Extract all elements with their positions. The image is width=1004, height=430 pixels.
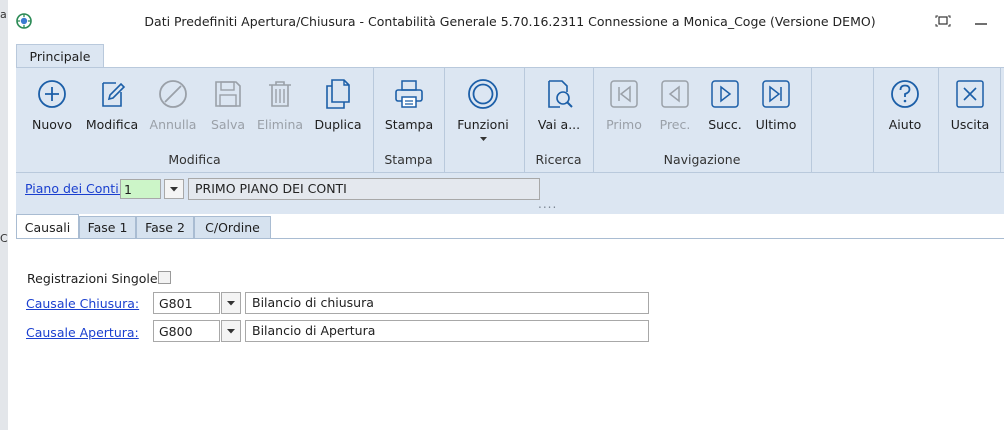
app-window: Dati Predefiniti Apertura/Chiusura - Con… — [8, 0, 1004, 430]
chevron-down-icon — [170, 186, 178, 191]
chevron-down-icon — [227, 300, 235, 305]
last-record-icon — [762, 80, 790, 108]
edit-pencil-icon — [102, 82, 126, 107]
trash-icon — [269, 81, 291, 107]
stampa-button[interactable]: Stampa — [379, 74, 439, 142]
exit-icon — [956, 80, 984, 108]
group-label-navigazione: Navigazione — [663, 152, 741, 167]
piano-conti-dropdown-button[interactable] — [164, 179, 184, 199]
title-bar: Dati Predefiniti Apertura/Chiusura - Con… — [8, 0, 1004, 44]
group-label-ricerca: Ricerca — [535, 152, 582, 167]
tab-fase-2[interactable]: Fase 2 — [136, 216, 194, 239]
piano-conti-code: 1 — [124, 182, 132, 197]
chevron-down-icon — [227, 328, 235, 333]
floppy-disk-icon — [215, 81, 241, 107]
tab-fase-1[interactable]: Fase 1 — [79, 216, 136, 239]
causale-chiusura-dropdown-button[interactable] — [221, 292, 241, 314]
aiuto-button[interactable]: Aiuto — [875, 74, 935, 142]
first-record-icon — [610, 80, 638, 108]
ribbon-separator — [1000, 68, 1001, 172]
elimina-button[interactable]: Elimina — [250, 74, 310, 142]
search-document-icon — [548, 80, 573, 108]
plus-circle-icon — [38, 80, 66, 108]
causale-chiusura-code-field[interactable]: G801 — [153, 292, 220, 314]
registrazioni-singole-checkbox[interactable] — [158, 271, 171, 284]
piano-conti-link[interactable]: Piano dei Conti: — [25, 181, 123, 196]
help-icon — [891, 80, 919, 108]
group-label-stampa: Stampa — [384, 152, 433, 167]
group-label-modifica: Modifica — [168, 152, 221, 167]
uscita-button[interactable]: Uscita — [940, 74, 1000, 142]
duplica-label: Duplica — [314, 117, 362, 132]
chevron-down-icon — [480, 137, 487, 141]
aiuto-label: Aiuto — [888, 117, 922, 132]
tab-c-ordine[interactable]: C/Ordine — [194, 216, 271, 239]
piano-conti-description: PRIMO PIANO DEI CONTI — [188, 178, 540, 200]
funzioni-label: Funzioni — [457, 117, 509, 132]
tab-divider — [16, 238, 1004, 239]
funzioni-dropdown-button[interactable]: Funzioni — [453, 74, 513, 142]
causale-chiusura-description: Bilancio di chiusura — [245, 292, 649, 314]
printer-icon — [395, 80, 423, 108]
nuovo-button[interactable]: Nuovo — [22, 74, 82, 142]
causale-chiusura-link[interactable]: Causale Chiusura: — [26, 296, 139, 311]
cancel-circle-icon — [159, 80, 187, 108]
causale-apertura-dropdown-button[interactable] — [221, 320, 241, 342]
resize-grip[interactable]: .... — [538, 197, 557, 211]
window-title: Dati Predefiniti Apertura/Chiusura - Con… — [144, 14, 876, 29]
vai-a-button[interactable]: Vai a... — [529, 74, 589, 142]
causale-apertura-code: G800 — [159, 324, 193, 339]
causale-apertura-description: Bilancio di Apertura — [245, 320, 649, 342]
causale-apertura-code-field[interactable]: G800 — [153, 320, 220, 342]
registrazioni-singole-label: Registrazioni Singole — [27, 271, 158, 286]
ribbon-separator — [444, 68, 445, 172]
ribbon-separator — [811, 68, 812, 172]
modifica-button[interactable]: Modifica — [82, 74, 142, 142]
background-text: a — [0, 8, 7, 21]
causale-chiusura-code: G801 — [159, 296, 193, 311]
ultimo-button[interactable]: Ultimo — [746, 74, 806, 142]
tab-principale[interactable]: Principale — [16, 44, 104, 68]
tab-causali[interactable]: Causali — [16, 214, 79, 239]
duplica-button[interactable]: Duplica — [308, 74, 368, 142]
restore-icon — [935, 15, 951, 27]
minimize-button[interactable] — [970, 10, 992, 32]
uscita-label: Uscita — [950, 117, 990, 132]
piano-conti-bar: Piano dei Conti: 1 PRIMO PIANO DEI CONTI… — [16, 173, 1004, 214]
functions-circle-icon — [468, 79, 498, 109]
stampa-label: Stampa — [384, 117, 434, 132]
next-record-icon — [711, 80, 739, 108]
restore-button[interactable] — [932, 10, 954, 32]
ribbon: Nuovo Modifica Annulla Salva Elimina Dup… — [16, 67, 1004, 173]
minimize-icon — [975, 23, 987, 25]
piano-conti-code-field[interactable]: 1 — [120, 179, 161, 199]
background-text: C — [0, 232, 8, 245]
ultimo-label: Ultimo — [755, 117, 797, 132]
causale-apertura-link[interactable]: Causale Apertura: — [26, 325, 139, 340]
vai-a-label: Vai a... — [537, 117, 581, 132]
duplicate-icon — [326, 79, 350, 109]
previous-record-icon — [661, 80, 689, 108]
